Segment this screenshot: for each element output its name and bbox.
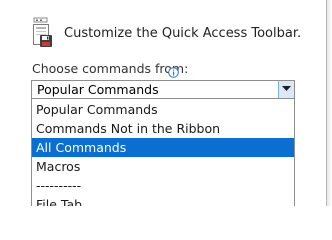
dialog-heading: Customize the Quick Access Toolbar.: [64, 26, 302, 41]
options-dialog: Customize the Quick Access Toolbar. Choo…: [0, 0, 332, 206]
commands-dropdown-list[interactable]: Popular Commands Commands Not in the Rib…: [31, 99, 295, 206]
dropdown-separator: ----------: [36, 178, 82, 193]
quick-access-toolbar-icon: [31, 17, 59, 53]
dropdown-option-macros[interactable]: Macros: [32, 157, 294, 176]
dropdown-option-popular-commands[interactable]: Popular Commands: [32, 100, 294, 119]
chevron-down-icon: [282, 86, 291, 91]
choose-commands-dropdown[interactable]: Popular Commands: [31, 80, 295, 99]
dialog-shadow: [327, 0, 332, 206]
dropdown-option-commands-not-in-ribbon[interactable]: Commands Not in the Ribbon: [32, 119, 294, 138]
dropdown-option-file-tab[interactable]: File Tab: [32, 195, 294, 206]
dropdown-selected-value: Popular Commands: [37, 82, 159, 97]
info-icon[interactable]: [168, 63, 179, 78]
dropdown-option-all-commands[interactable]: All Commands: [32, 138, 294, 157]
dropdown-button[interactable]: [278, 81, 294, 98]
choose-commands-label: Choose commands from:: [32, 61, 189, 76]
